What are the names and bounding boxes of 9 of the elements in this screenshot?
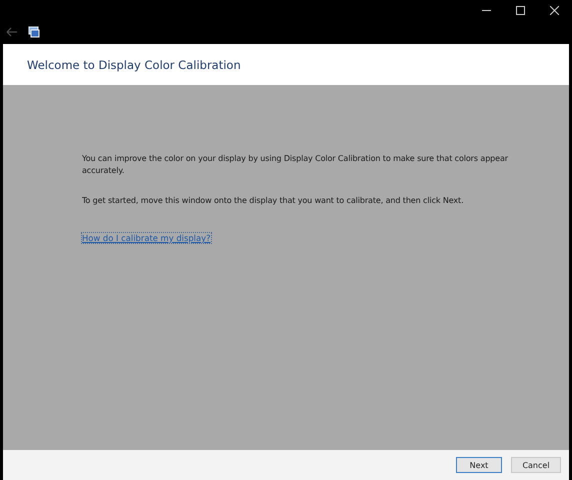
maximize-icon: [516, 6, 524, 14]
instruction-text: To get started, move this window onto the display that you want to calibrate, and then click Next.: [82, 195, 465, 207]
instruction-text: You can improve the color on your display by using Display Color Calibration to make sure that colors appear accurately.: [82, 153, 509, 177]
cancel-button[interactable]: Cancel: [511, 457, 561, 473]
back-arrow-icon[interactable]: [6, 27, 18, 37]
app-icon: [28, 26, 40, 38]
page-title: Welcome to Display Color Calibration: [27, 58, 241, 72]
close-icon: [550, 6, 558, 14]
next-button[interactable]: Next: [456, 457, 502, 473]
